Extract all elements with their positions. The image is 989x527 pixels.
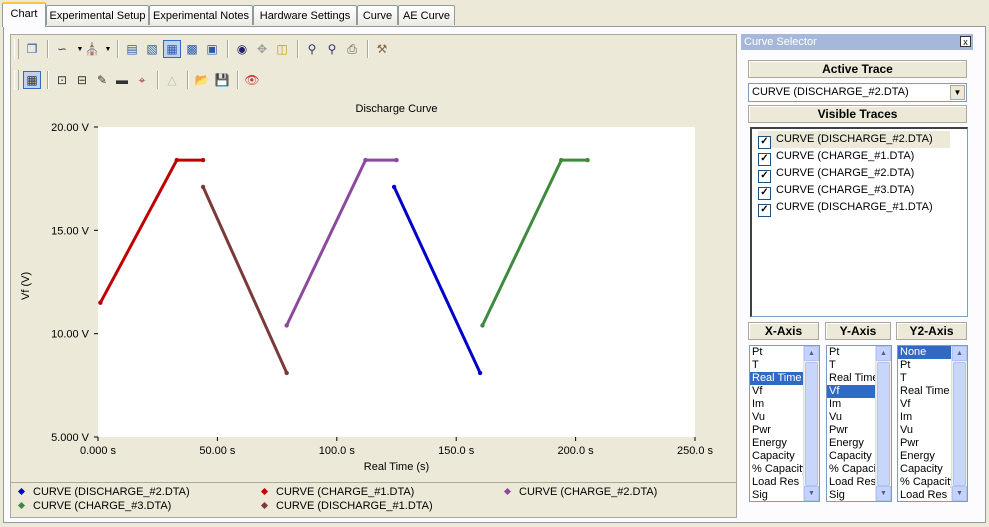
active-trace-header: Active Trace	[748, 60, 967, 78]
x-axis-list[interactable]: Pt T Real Time Vf Im Vu Pwr Energy Capacity% Cap…	[749, 345, 820, 502]
scroll-thumb[interactable]	[805, 362, 818, 486]
data-point	[585, 157, 590, 163]
scroll-up-icon[interactable]: ▲	[876, 346, 891, 361]
y-axis-scrollbar[interactable]: ▲ ▼	[875, 346, 891, 501]
y2-axis-list[interactable]: None Pt T Real Time Vf Im Vu Pwr Energy Capacity%…	[897, 345, 968, 502]
data-point	[363, 157, 368, 163]
active-trace-dropdown[interactable]: CURVE (DISCHARGE_#2.DTA) ▼	[748, 83, 967, 102]
trace-item[interactable]: ✓ CURVE (DISCHARGE_#1.DTA)	[758, 199, 933, 217]
y2-axis-header: Y2-Axis	[896, 322, 967, 340]
scroll-up-icon[interactable]: ▲	[952, 346, 967, 361]
scroll-down-icon[interactable]: ▼	[952, 486, 967, 501]
data-point	[480, 323, 485, 328]
x-axis-scrollbar[interactable]: ▲ ▼	[803, 346, 819, 501]
diamond-icon	[17, 501, 26, 510]
data-point	[174, 157, 180, 163]
x-tick-label: 150.0 s	[438, 445, 475, 457]
legend-item[interactable]: CURVE (CHARGE_#1.DTA)	[260, 486, 414, 498]
series-line	[392, 185, 482, 375]
curve-selector-title: Curve Selector	[744, 36, 817, 48]
data-point	[394, 157, 399, 163]
series-line	[98, 158, 205, 305]
chevron-down-icon[interactable]: ▼	[950, 85, 965, 100]
x-tick-label: 100.0 s	[319, 445, 356, 457]
active-trace-value: CURVE (DISCHARGE_#2.DTA)	[752, 86, 909, 98]
diamond-icon	[503, 487, 512, 496]
scroll-down-icon[interactable]: ▼	[804, 486, 819, 501]
scroll-up-icon[interactable]: ▲	[804, 346, 819, 361]
trace-item[interactable]: ✓ CURVE (CHARGE_#1.DTA)	[758, 148, 914, 166]
y-tick-label: 15.00 V	[51, 225, 90, 237]
data-point	[477, 370, 483, 376]
chart-legend: CURVE (DISCHARGE_#2.DTA) CURVE (CHARGE_#…	[11, 482, 736, 517]
y-axis-label: Vf (V)	[20, 271, 32, 300]
data-point	[391, 184, 397, 190]
diamond-icon	[260, 501, 269, 510]
data-point	[284, 323, 289, 328]
close-icon[interactable]: x	[960, 36, 971, 47]
data-point	[200, 157, 206, 163]
trace-item[interactable]: ✓ CURVE (DISCHARGE_#2.DTA)	[758, 131, 950, 149]
data-point	[200, 184, 206, 190]
x-tick-label: 200.0 s	[558, 445, 595, 457]
legend-item[interactable]: CURVE (DISCHARGE_#1.DTA)	[260, 500, 433, 512]
data-point	[559, 157, 564, 163]
y2-axis-scrollbar[interactable]: ▲ ▼	[951, 346, 967, 501]
series-line	[285, 158, 398, 327]
series-line	[481, 158, 589, 327]
x-axis-header: X-Axis	[748, 322, 819, 340]
checkbox-checked-icon[interactable]: ✓	[758, 204, 771, 217]
diamond-icon	[260, 487, 269, 496]
legend-item[interactable]: CURVE (CHARGE_#3.DTA)	[17, 500, 171, 512]
series-line	[201, 185, 289, 375]
legend-item[interactable]: CURVE (DISCHARGE_#2.DTA)	[17, 486, 190, 498]
x-tick-label: 250.0 s	[677, 445, 714, 457]
y-tick-label: 10.00 V	[51, 329, 90, 341]
trace-item[interactable]: ✓ CURVE (CHARGE_#2.DTA)	[758, 165, 914, 183]
scroll-down-icon[interactable]: ▼	[876, 486, 891, 501]
scroll-thumb[interactable]	[953, 362, 966, 486]
x-tick-label: 0.000 s	[80, 445, 117, 457]
y-axis-list[interactable]: Pt T Real Time Vf Im Vu Pwr Energy Capacity% Cap…	[826, 345, 892, 502]
visible-traces-list[interactable]: ✓ CURVE (DISCHARGE_#2.DTA) ✓ CURVE (CHARGE…	[750, 127, 968, 317]
diamond-icon	[17, 487, 26, 496]
trace-item[interactable]: ✓ CURVE (CHARGE_#3.DTA)	[758, 182, 914, 200]
y-axis-header: Y-Axis	[825, 322, 891, 340]
y-tick-label: 5.000 V	[51, 432, 90, 444]
scroll-thumb[interactable]	[877, 362, 890, 486]
visible-traces-header: Visible Traces	[748, 105, 967, 123]
data-point	[98, 300, 103, 305]
tab-chart[interactable]: Chart	[2, 2, 46, 27]
y-tick-label: 20.00 V	[51, 122, 90, 134]
data-point	[284, 370, 289, 376]
curve-selector-header: Curve Selector x	[741, 34, 973, 50]
x-axis-label: Real Time (s)	[363, 461, 430, 473]
legend-item[interactable]: CURVE (CHARGE_#2.DTA)	[503, 486, 657, 498]
x-tick-label: 50.00 s	[199, 445, 236, 457]
